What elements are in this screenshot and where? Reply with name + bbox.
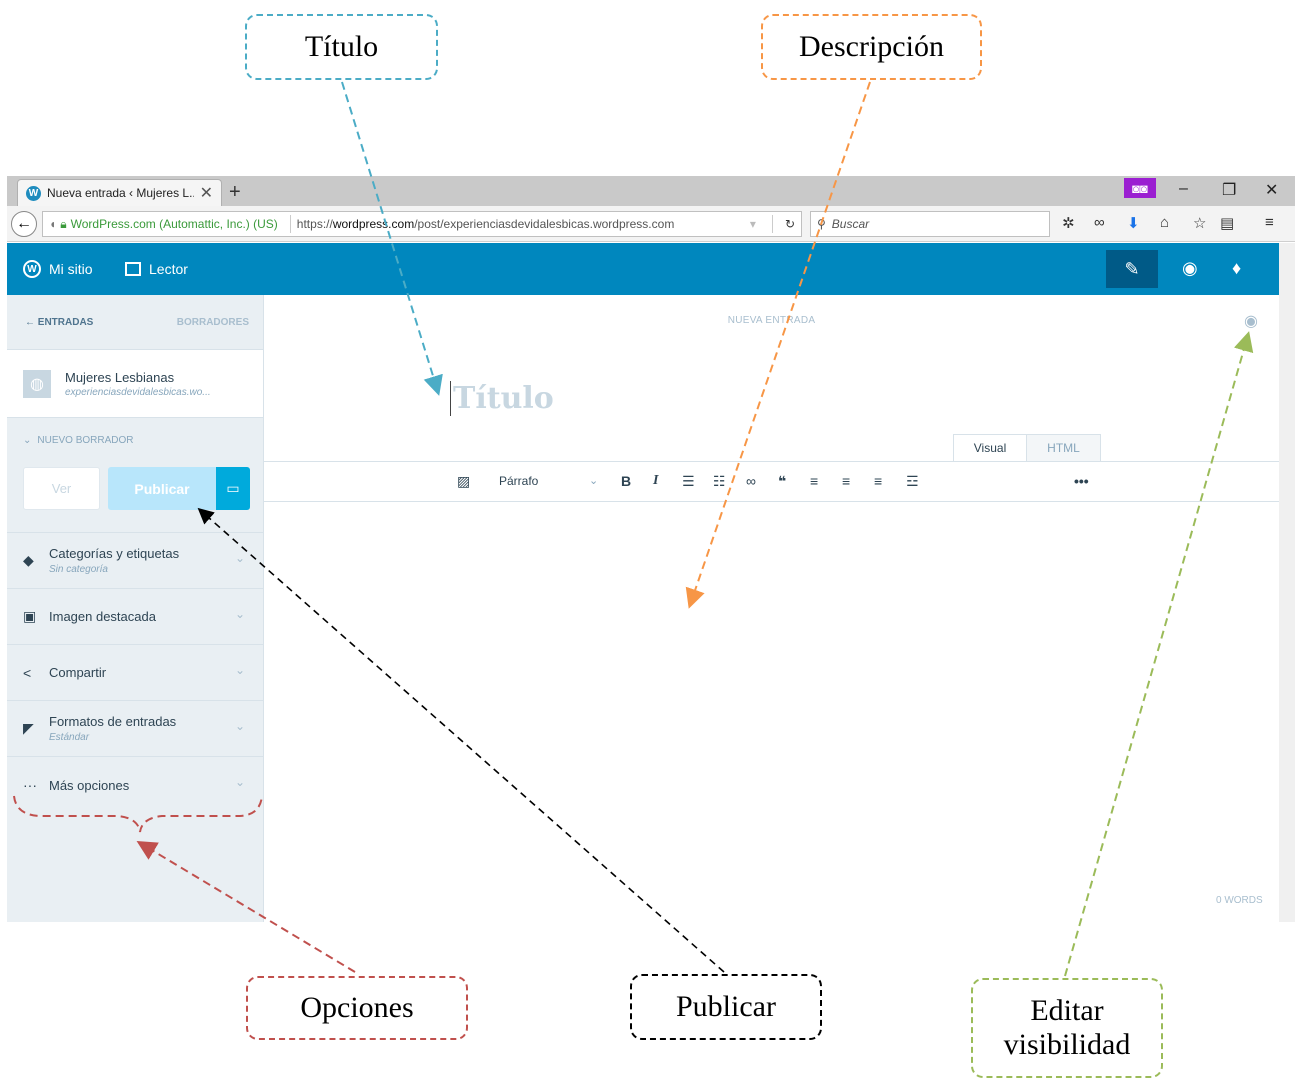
italic-icon[interactable]: I (653, 473, 658, 489)
add-media-icon[interactable]: ▨ (457, 473, 470, 490)
link-icon[interactable]: ∞ (746, 473, 756, 489)
paragraph-format-select[interactable]: Párrafo (499, 474, 538, 488)
bold-icon[interactable]: B (621, 473, 631, 489)
bookmark-star-icon[interactable]: ☆ (1193, 214, 1206, 232)
chevron-down-icon[interactable]: ⌄ (589, 474, 598, 487)
callout-titulo: Título (245, 14, 438, 80)
image-icon: ▣ (23, 608, 37, 624)
new-draft-toggle[interactable]: ⌄ NUEVO BORRADOR (7, 418, 263, 462)
reader-icon (125, 262, 141, 276)
share-icon: < (23, 664, 32, 681)
tab-title: Nueva entrada ‹ Mujeres L... (47, 186, 194, 200)
private-mask-icon: ◙◙ (1124, 178, 1156, 198)
navigation-bar: ← ◖ 🔒︎ WordPress.com (Automattic, Inc.) … (7, 206, 1295, 242)
scrollbar[interactable] (1279, 243, 1295, 922)
ellipsis-icon: ··· (23, 777, 37, 793)
write-post-button[interactable]: ✎ (1106, 250, 1158, 288)
back-to-posts-link[interactable]: ← ENTRADAS (25, 317, 93, 328)
dropdown-icon[interactable]: ▾ (750, 217, 756, 231)
accordion-featured-image[interactable]: ▣ Imagen destacada ⌄ (7, 589, 263, 645)
reader-link[interactable]: Lector (125, 243, 188, 295)
schedule-calendar-icon[interactable]: ▭ (216, 467, 250, 510)
accordion-share[interactable]: < Compartir ⌄ (7, 645, 263, 701)
word-count: 0 WORDS (1216, 895, 1263, 906)
tab-html[interactable]: HTML (1027, 434, 1101, 462)
eye-visibility-icon[interactable]: ◉ (1244, 311, 1258, 331)
chevron-down-icon: ⌄ (234, 719, 245, 733)
reload-icon[interactable]: ↻ (785, 217, 795, 231)
wordpress-favicon-icon: W (26, 185, 41, 201)
read-more-icon[interactable]: ☲ (906, 473, 919, 490)
clipboard-icon[interactable]: ▤ (1220, 214, 1234, 232)
gear-icon[interactable]: ✲ (1062, 214, 1075, 232)
pencil-icon: ✎ (1124, 258, 1140, 279)
drafts-link[interactable]: BORRADORES (177, 317, 249, 328)
profile-avatar-icon[interactable]: ◉ (1182, 258, 1198, 279)
notifications-bell-icon[interactable]: ♦ (1232, 258, 1241, 279)
chevron-down-icon: ⌄ (234, 775, 245, 789)
search-icon: ⚲ (817, 217, 826, 231)
accordion-categories[interactable]: ◆ Categorías y etiquetas Sin categoría ⌄ (7, 533, 263, 589)
lock-icon: 🔒︎ (60, 216, 67, 231)
preview-button[interactable]: Ver (23, 467, 100, 510)
new-tab-icon[interactable]: + (229, 181, 241, 204)
wp-masterbar: W Mi sitio Lector ✎ ◉ ♦ (7, 243, 1279, 295)
publish-actions: Ver Publicar ▭ (7, 462, 263, 533)
site-name: Mujeres Lesbianas (65, 369, 175, 385)
chevron-down-icon: ⌄ (234, 663, 245, 677)
bullet-list-icon[interactable]: ☰ (682, 473, 695, 490)
menu-icon[interactable]: ≡ (1265, 214, 1274, 231)
site-identity: WordPress.com (Automattic, Inc.) (US) (70, 217, 278, 231)
callout-publicar: Publicar (630, 974, 822, 1040)
tab-bar: W Nueva entrada ‹ Mujeres L... ✕ + ◙◙ – … (7, 176, 1295, 206)
editor-mode-tabs: Visual HTML (953, 434, 1101, 462)
download-icon[interactable]: ⬇ (1127, 214, 1140, 232)
chevron-down-icon: ⌄ (234, 551, 245, 565)
mask-icon[interactable]: ∞ (1094, 214, 1105, 231)
formatting-toolbar: ▨ Párrafo ⌄ B I ☰ ☷ ∞ ❝ ≡ ≡ ≡ ☲ ••• (264, 461, 1279, 502)
callout-opciones: Opciones (246, 976, 468, 1040)
editor-sidebar: ← ENTRADAS BORRADORES ◍ Mujeres Lesbiana… (7, 295, 264, 922)
close-window-icon[interactable]: ✕ (1265, 180, 1278, 200)
blockquote-icon[interactable]: ❝ (778, 473, 786, 490)
chevron-down-icon: ⌄ (234, 607, 245, 621)
editor-main: NUEVA ENTRADA ◉ Título Visual HTML ▨ Pár… (264, 295, 1279, 922)
close-tab-icon[interactable]: ✕ (200, 183, 213, 203)
accordion-post-formats[interactable]: ◤ Formatos de entradas Estándar ⌄ (7, 701, 263, 757)
restore-icon[interactable]: ❐ (1222, 180, 1236, 200)
site-card[interactable]: ◍ Mujeres Lesbianas experienciasdevidale… (7, 350, 263, 418)
callout-visibilidad: Editar visibilidad (971, 978, 1163, 1078)
home-icon[interactable]: ⌂ (1160, 214, 1169, 231)
browser-tab[interactable]: W Nueva entrada ‹ Mujeres L... ✕ (17, 179, 222, 206)
shield-icon: ◖ (49, 217, 57, 231)
url-text: https://wordpress.com/post/experienciasd… (296, 217, 675, 231)
site-url: experienciasdevidalesbicas.wo... (65, 386, 211, 398)
publish-button[interactable]: Publicar (108, 467, 216, 510)
search-input[interactable]: ⚲ Buscar (810, 211, 1050, 237)
editor-header: NUEVA ENTRADA (727, 315, 816, 326)
accordion-more-options[interactable]: ··· Más opciones ⌄ (7, 757, 263, 813)
callout-descripcion: Descripción (761, 14, 982, 80)
tag-icon: ◆ (23, 552, 34, 568)
back-arrow-icon[interactable]: ← (11, 211, 37, 237)
chevron-down-icon: ⌄ (23, 434, 32, 446)
editor-app: ← ENTRADAS BORRADORES ◍ Mujeres Lesbiana… (7, 295, 1279, 922)
tab-visual[interactable]: Visual (953, 434, 1027, 462)
more-toolbar-icon[interactable]: ••• (1074, 473, 1089, 489)
title-input[interactable]: Título (450, 381, 554, 416)
globe-icon: ◍ (23, 369, 51, 398)
align-right-icon[interactable]: ≡ (874, 473, 882, 489)
browser-window: W Nueva entrada ‹ Mujeres L... ✕ + ◙◙ – … (7, 176, 1295, 922)
minimize-icon[interactable]: – (1179, 180, 1188, 198)
align-left-icon[interactable]: ≡ (810, 473, 818, 489)
align-center-icon[interactable]: ≡ (842, 473, 850, 489)
wordpress-logo-icon: W (23, 260, 41, 278)
my-site-link[interactable]: W Mi sitio (23, 243, 93, 295)
address-bar[interactable]: ◖ 🔒︎ WordPress.com (Automattic, Inc.) (U… (42, 211, 802, 237)
numbered-list-icon[interactable]: ☷ (713, 473, 726, 490)
formats-icon: ◤ (23, 720, 34, 736)
